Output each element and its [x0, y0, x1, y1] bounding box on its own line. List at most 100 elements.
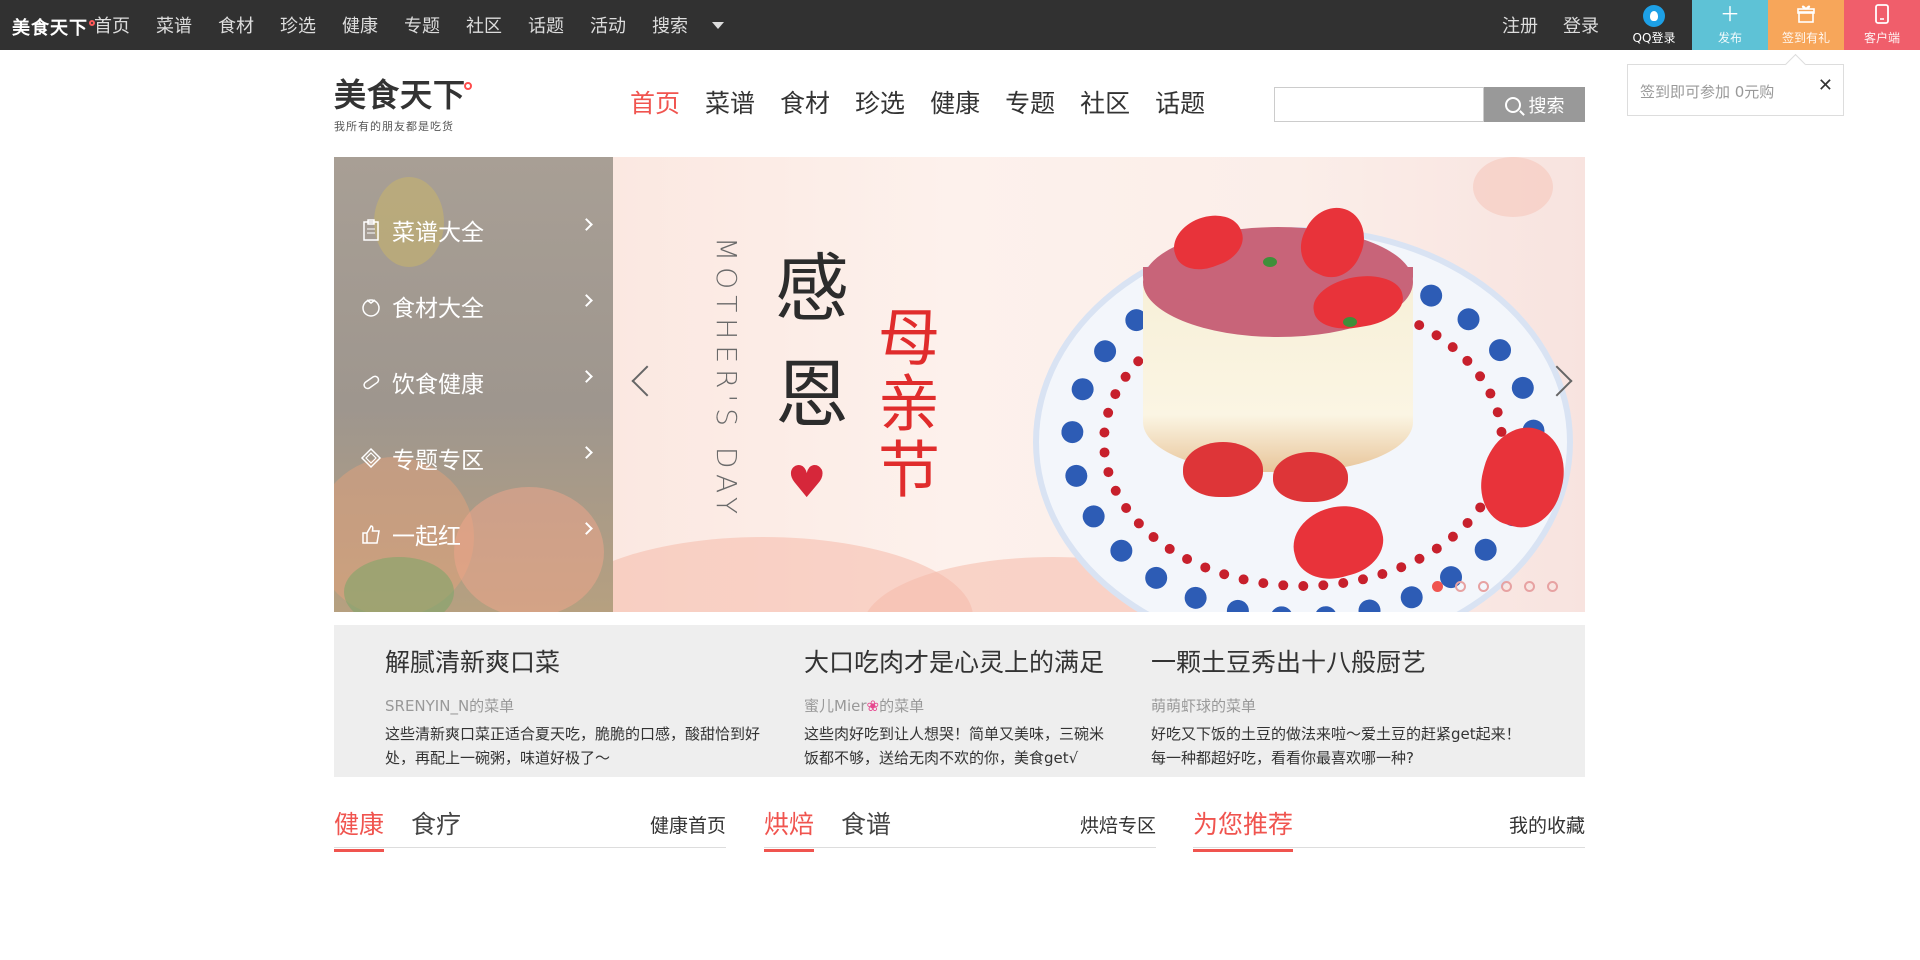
- banner-red-title: 母亲节: [867, 305, 940, 503]
- featured-card[interactable]: 大口吃肉才是心灵上的满足 蜜儿Mier❀的菜单 这些肉好吃到让人想哭！简单又美味…: [804, 643, 1104, 770]
- register-link[interactable]: 注册: [1502, 12, 1538, 38]
- carousel-dot[interactable]: [1455, 581, 1466, 592]
- carousel-dot[interactable]: [1524, 581, 1535, 592]
- main-nav-subjects[interactable]: 话题: [1155, 84, 1205, 120]
- featured-author[interactable]: 蜜儿Mier❀的菜单: [804, 695, 1104, 716]
- menu-item-label: 食材大全: [392, 296, 484, 322]
- cake-image: [1143, 197, 1413, 527]
- featured-desc: 这些肉好吃到让人想哭！简单又美味，三碗米饭都不够，送给无肉不欢的你，美食get√: [804, 725, 1105, 767]
- top-bar: 美食天下 首页 菜谱 食材 珍选 健康 专题 社区 话题 活动 搜索 注册 登录…: [0, 0, 1920, 50]
- diamond-icon: [360, 447, 382, 469]
- menu-item-health[interactable]: 饮食健康: [334, 344, 613, 420]
- top-nav-events[interactable]: 活动: [590, 12, 626, 38]
- flower-icon: ❀: [866, 697, 880, 715]
- menu-item-label: 专题专区: [392, 448, 484, 474]
- chevron-right-icon: [580, 294, 593, 307]
- main-nav-ingredients[interactable]: 食材: [780, 84, 830, 120]
- top-logo[interactable]: 美食天下: [12, 14, 95, 40]
- baking-section-header: 烘焙 食谱 烘焙专区: [764, 805, 1156, 852]
- featured-card[interactable]: 一颗土豆秀出十八般厨艺 萌萌虾球的菜单 好吃又下饭的土豆的做法来啦～爱土豆的赶紧…: [1151, 643, 1531, 770]
- tooltip-text: 签到即可参加 0元购: [1640, 83, 1775, 101]
- top-nav-ingredients[interactable]: 食材: [218, 12, 254, 38]
- featured-author[interactable]: SRENYIN_N的菜单: [385, 695, 785, 716]
- top-nav-health[interactable]: 健康: [342, 12, 378, 38]
- capsule-icon: [360, 371, 382, 393]
- mothers-day-banner[interactable]: MOTHER'S DAY 感 恩 ♥ 母亲节: [613, 157, 1585, 612]
- top-nav-search[interactable]: 搜索: [652, 12, 688, 38]
- tab-health[interactable]: 健康: [334, 805, 385, 852]
- top-nav-recipes[interactable]: 菜谱: [156, 12, 192, 38]
- main-nav-selection[interactable]: 珍选: [855, 84, 905, 120]
- close-icon[interactable]: ✕: [1818, 75, 1833, 96]
- carousel-dots: [1432, 581, 1570, 592]
- baking-zone-link[interactable]: 烘焙专区: [1080, 811, 1156, 838]
- brand-name: 美食天下: [334, 76, 467, 114]
- publish-label: 发布: [1717, 31, 1742, 45]
- featured-desc: 这些清新爽口菜正适合夏天吃，脆脆的口感，酸甜恰到好处，再配上一碗粥，味道好极了～: [385, 725, 761, 767]
- brand-dot-icon: [464, 82, 473, 90]
- tab-baking[interactable]: 烘焙: [764, 805, 815, 852]
- phone-icon: [1874, 4, 1890, 26]
- banner-title-1: 感: [775, 246, 849, 332]
- signin-tooltip: 签到即可参加 0元购 ✕: [1627, 64, 1844, 116]
- my-favorites-link[interactable]: 我的收藏: [1509, 811, 1585, 838]
- featured-title[interactable]: 解腻清新爽口菜: [385, 643, 785, 679]
- carousel-dot[interactable]: [1432, 581, 1443, 592]
- chevron-right-icon: [580, 522, 593, 535]
- featured-title[interactable]: 大口吃肉才是心灵上的满足: [804, 643, 1104, 679]
- menu-item-recipes[interactable]: 菜谱大全: [334, 192, 613, 268]
- menu-item-label: 菜谱大全: [392, 220, 484, 246]
- tomato-icon: [360, 295, 382, 317]
- hero: 菜谱大全 食材大全 饮食健康 专题专区 一起红 MOTHER'S DAY 感 恩…: [334, 157, 1585, 612]
- top-nav-home[interactable]: 首页: [94, 12, 130, 38]
- publish-button[interactable]: ＋ 发布: [1692, 0, 1768, 50]
- menu-item-topics[interactable]: 专题专区: [334, 420, 613, 496]
- search-input[interactable]: [1274, 87, 1484, 122]
- recommend-section-header: 为您推荐 我的收藏: [1193, 805, 1585, 852]
- plus-icon: ＋: [1720, 2, 1740, 26]
- qq-login-button[interactable]: QQ登录: [1624, 0, 1684, 50]
- health-home-link[interactable]: 健康首页: [650, 811, 726, 838]
- main-nav: 首页 菜谱 食材 珍选 健康 专题 社区 话题: [630, 84, 1230, 120]
- main-nav-community[interactable]: 社区: [1080, 84, 1130, 120]
- main-nav-topics[interactable]: 专题: [1005, 84, 1055, 120]
- carousel-dot[interactable]: [1478, 581, 1489, 592]
- main-nav-home[interactable]: 首页: [630, 84, 680, 120]
- top-nav-topics[interactable]: 专题: [404, 12, 440, 38]
- tab-therapy[interactable]: 食疗: [411, 805, 461, 849]
- signin-gift-button[interactable]: 签到有礼: [1768, 0, 1844, 50]
- featured-title[interactable]: 一颗土豆秀出十八般厨艺: [1151, 643, 1531, 679]
- client-app-button[interactable]: 客户端: [1844, 0, 1920, 50]
- tab-recommended[interactable]: 为您推荐: [1193, 805, 1294, 852]
- chevron-down-icon[interactable]: [712, 21, 724, 29]
- menu-item-ingredients[interactable]: 食材大全: [334, 268, 613, 344]
- search-icon: [1504, 96, 1521, 113]
- site-brand[interactable]: 美食天下 我所有的朋友都是吃货: [334, 70, 474, 134]
- top-right: 注册 登录 QQ登录 ＋ 发布 签到有礼 客户端: [1502, 0, 1920, 50]
- health-section-header: 健康 食疗 健康首页: [334, 805, 726, 852]
- tab-recipes[interactable]: 食谱: [841, 805, 891, 849]
- login-link[interactable]: 登录: [1563, 12, 1599, 38]
- chevron-right-icon: [580, 370, 593, 383]
- main-nav-health[interactable]: 健康: [930, 84, 980, 120]
- top-nav-subjects[interactable]: 话题: [528, 12, 564, 38]
- client-label: 客户端: [1863, 31, 1900, 45]
- top-nav-selection[interactable]: 珍选: [280, 12, 316, 38]
- featured-card[interactable]: 解腻清新爽口菜 SRENYIN_N的菜单 这些清新爽口菜正适合夏天吃，脆脆的口感…: [385, 643, 785, 770]
- carousel-dot[interactable]: [1501, 581, 1512, 592]
- author-name: 蜜儿Mier: [804, 697, 867, 715]
- top-nav: 首页 菜谱 食材 珍选 健康 专题 社区 话题 活动 搜索: [94, 0, 724, 50]
- menu-item-popular[interactable]: 一起红: [334, 496, 613, 572]
- thumbs-up-icon: [360, 523, 382, 545]
- brand-slogan: 我所有的朋友都是吃货: [334, 120, 454, 133]
- featured-author[interactable]: 萌萌虾球的菜单: [1151, 695, 1531, 716]
- chevron-right-icon: [580, 218, 593, 231]
- main-nav-recipes[interactable]: 菜谱: [705, 84, 755, 120]
- decor-petal: [1473, 157, 1553, 217]
- clipboard-icon: [360, 219, 382, 241]
- top-nav-community[interactable]: 社区: [466, 12, 502, 38]
- menu-item-label: 一起红: [392, 524, 461, 550]
- carousel-dot[interactable]: [1547, 581, 1558, 592]
- search-button[interactable]: 搜索: [1484, 87, 1585, 122]
- featured-desc: 好吃又下饭的土豆的做法来啦～爱土豆的赶紧get起来！每一种都超好吃，看看你最喜欢…: [1151, 725, 1521, 767]
